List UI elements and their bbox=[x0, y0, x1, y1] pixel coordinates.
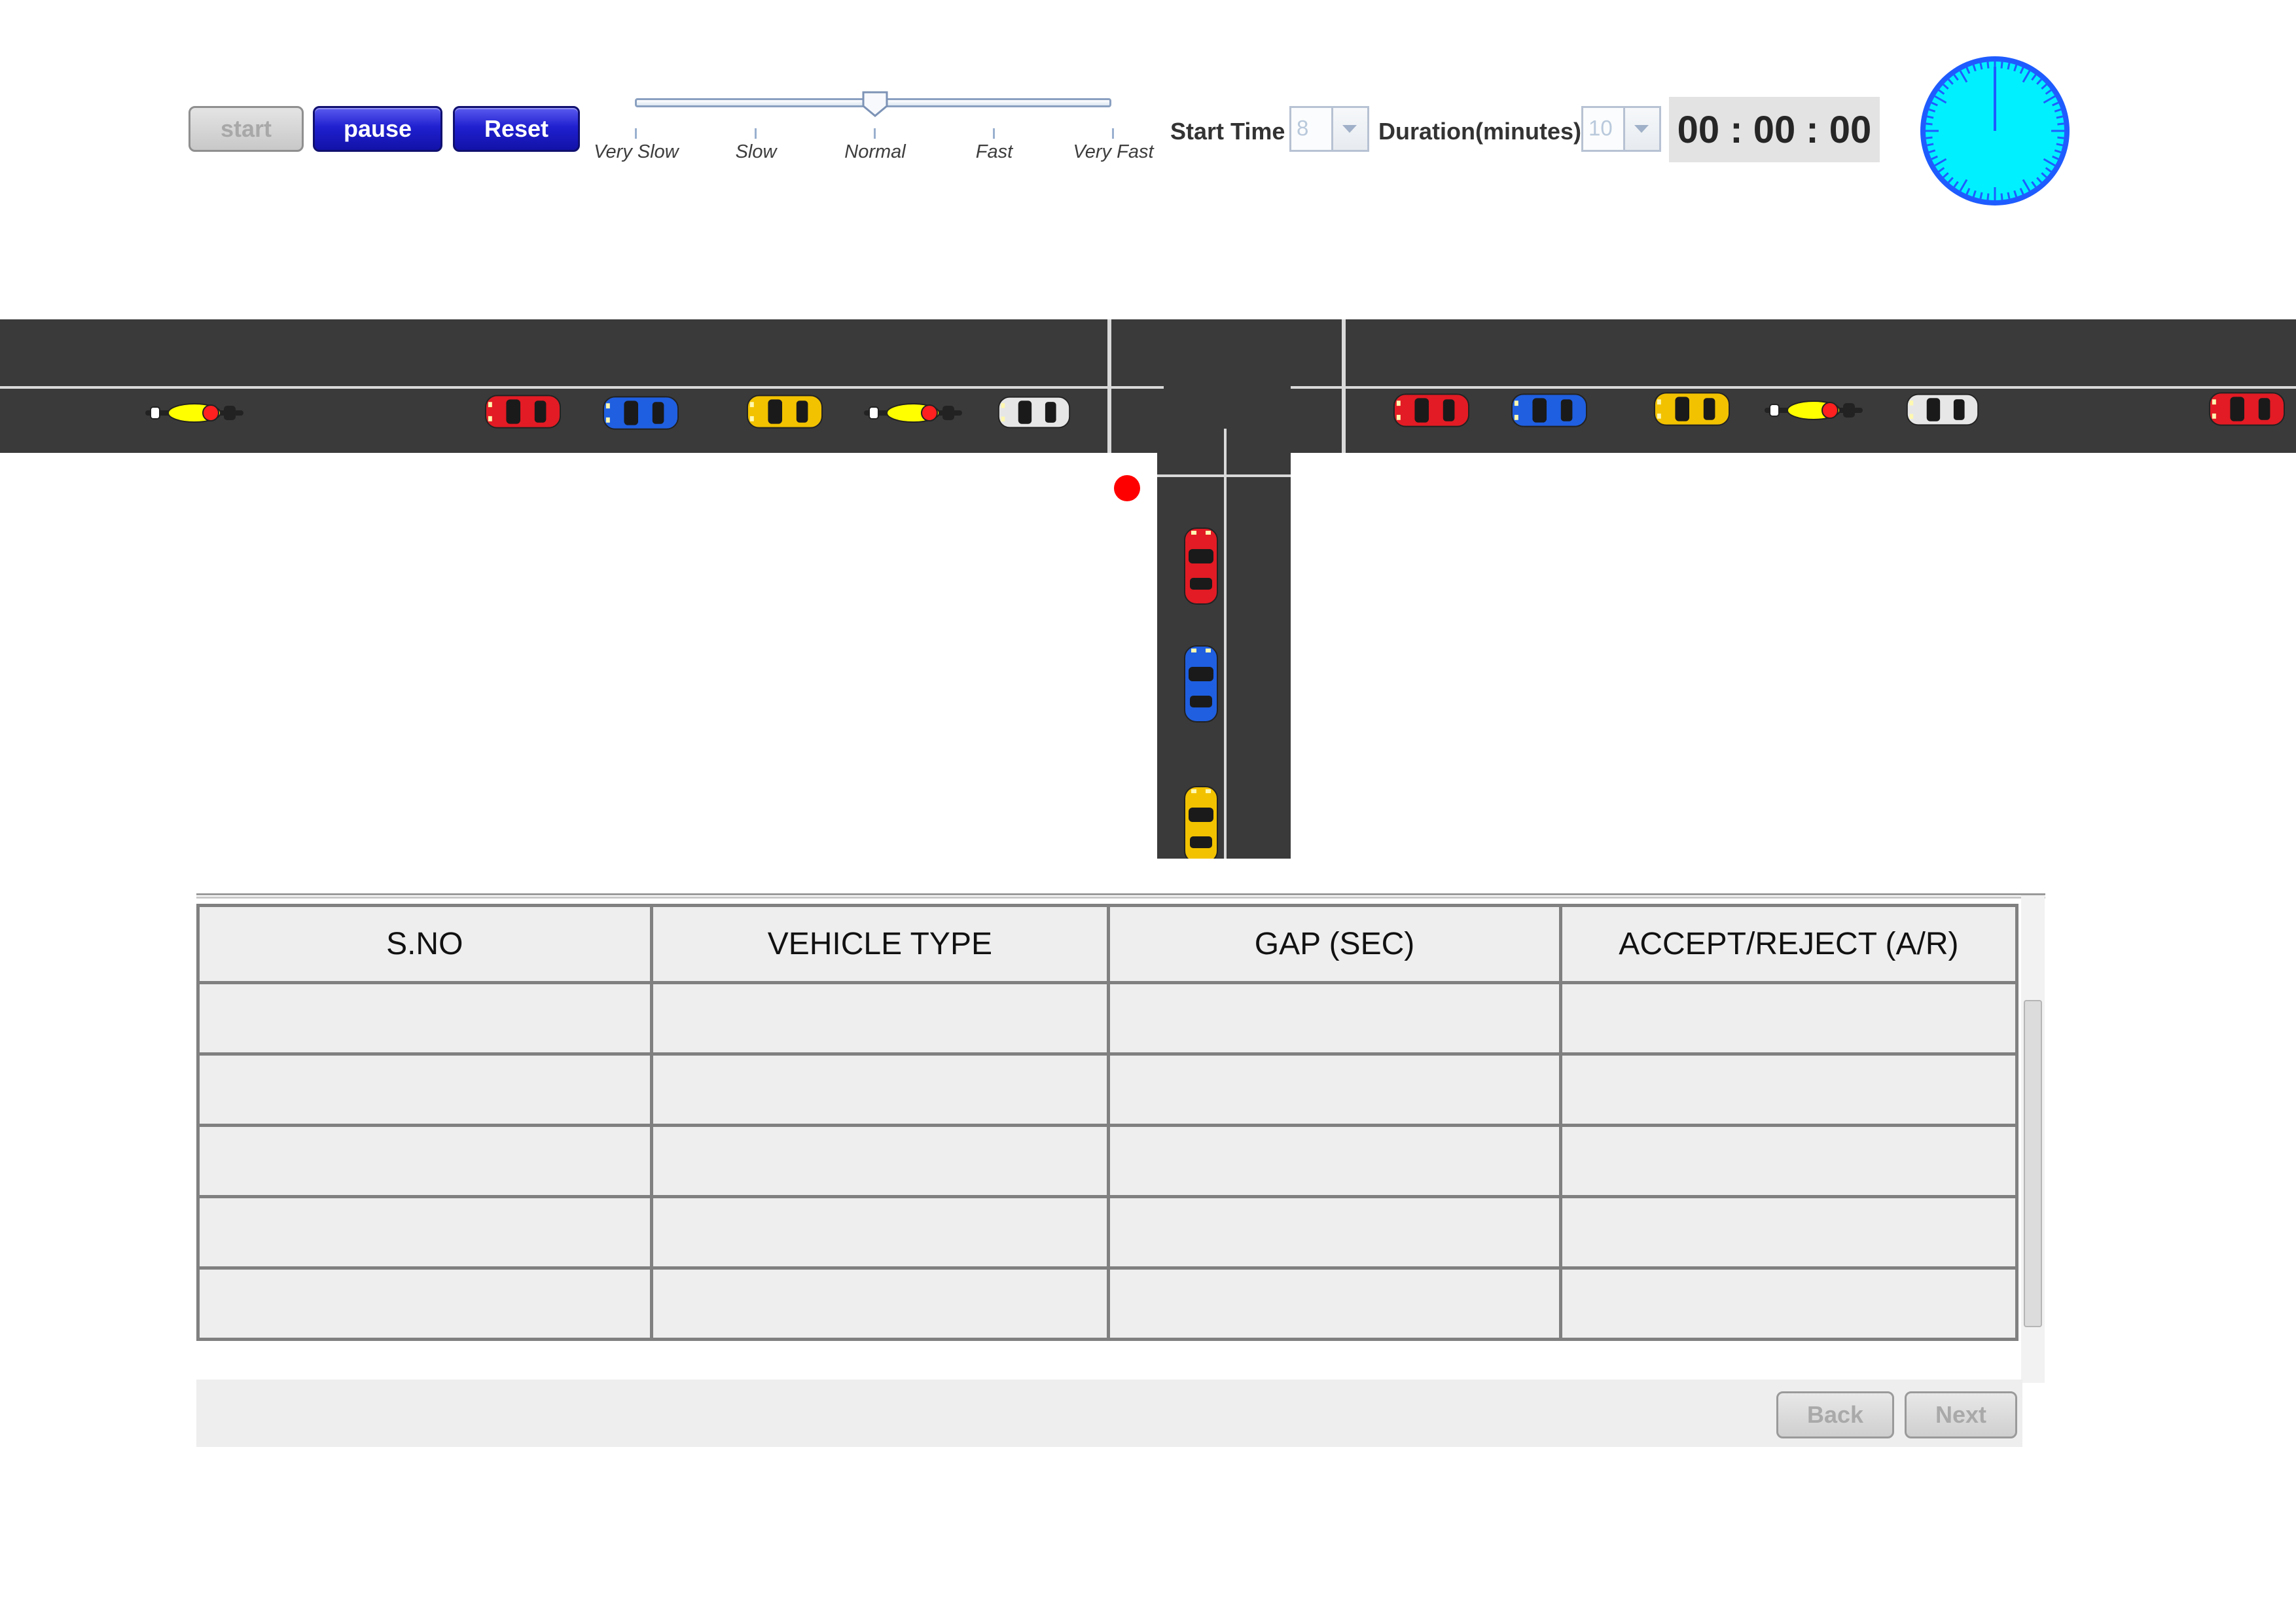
table-row bbox=[196, 1266, 2019, 1341]
table-cell[interactable] bbox=[649, 1195, 1111, 1270]
yellow-taxi-icon bbox=[1653, 392, 1731, 426]
kerb bbox=[1111, 453, 1157, 479]
column-header-gap: GAP (SEC) bbox=[1107, 904, 1562, 984]
side-road-divider bbox=[1224, 429, 1227, 859]
table-row bbox=[196, 1124, 2019, 1198]
lane-divider bbox=[0, 386, 1107, 389]
motorcycle-icon bbox=[145, 403, 244, 423]
clock-tick bbox=[1927, 115, 1934, 119]
start-time-select[interactable]: 8 bbox=[1289, 106, 1369, 152]
table-cell[interactable] bbox=[649, 1266, 1111, 1341]
speed-tick bbox=[993, 128, 995, 139]
table-cell[interactable] bbox=[1558, 1266, 2019, 1341]
timer-display: 00 : 00 : 00 bbox=[1669, 97, 1880, 162]
speed-slider-thumb[interactable] bbox=[861, 90, 889, 118]
scrollbar-thumb[interactable] bbox=[2024, 1000, 2042, 1327]
duration-value: 10 bbox=[1588, 116, 1613, 140]
speed-tick bbox=[635, 128, 637, 139]
table-cell[interactable] bbox=[1107, 1195, 1562, 1270]
table-cell[interactable] bbox=[1107, 1266, 1562, 1341]
speed-label-normal: Normal bbox=[844, 141, 906, 162]
kerb bbox=[1291, 453, 1342, 479]
column-header-sno: S.NO bbox=[196, 904, 653, 984]
duration-select[interactable]: 10 bbox=[1581, 106, 1661, 152]
clock-tick bbox=[1927, 143, 1934, 147]
yellow-taxi-icon bbox=[746, 395, 823, 429]
lane-divider bbox=[1111, 386, 1164, 389]
table-cell[interactable] bbox=[196, 981, 653, 1056]
duration-label: Duration(minutes) bbox=[1378, 118, 1581, 145]
table-cell[interactable] bbox=[1107, 1124, 1562, 1198]
column-header-accept-reject: ACCEPT/REJECT (A/R) bbox=[1558, 904, 2019, 984]
back-button[interactable]: Back bbox=[1776, 1391, 1894, 1438]
red-car-icon bbox=[1393, 393, 1470, 427]
white-car-icon bbox=[997, 396, 1071, 429]
table-cell[interactable] bbox=[1107, 1052, 1562, 1127]
motorcycle-icon bbox=[863, 403, 963, 423]
speed-tick bbox=[755, 128, 757, 139]
table-header-row: S.NO VEHICLE TYPE GAP (SEC) ACCEPT/REJEC… bbox=[196, 904, 2019, 984]
table-cell[interactable] bbox=[196, 1052, 653, 1127]
table-row bbox=[196, 1052, 2019, 1127]
blue-car-icon bbox=[1511, 393, 1588, 427]
clock-tick bbox=[2057, 136, 2064, 139]
start-button[interactable]: start bbox=[188, 106, 304, 152]
gap-table: S.NO VEHICLE TYPE GAP (SEC) ACCEPT/REJEC… bbox=[196, 904, 2019, 1341]
blue-car-icon bbox=[602, 396, 679, 430]
speed-tick bbox=[874, 128, 876, 139]
next-button[interactable]: Next bbox=[1905, 1391, 2017, 1438]
speed-label-very-fast: Very Fast bbox=[1073, 141, 1154, 162]
red-car-icon bbox=[1184, 527, 1218, 605]
clock-icon bbox=[1920, 56, 2070, 205]
table-cell[interactable] bbox=[649, 1124, 1111, 1198]
stop-indicator bbox=[1114, 475, 1140, 501]
table-cell[interactable] bbox=[1558, 1195, 2019, 1270]
table-cell[interactable] bbox=[649, 981, 1111, 1056]
column-header-vehicle-type: VEHICLE TYPE bbox=[649, 904, 1111, 984]
chevron-down-icon[interactable] bbox=[1623, 108, 1659, 150]
clock-tick bbox=[1979, 63, 1983, 70]
red-car-icon bbox=[484, 395, 562, 429]
speed-label-slow: Slow bbox=[735, 141, 777, 162]
reset-button[interactable]: Reset bbox=[453, 106, 580, 152]
chevron-down-icon[interactable] bbox=[1331, 108, 1367, 150]
yellow-taxi-icon bbox=[1184, 786, 1218, 859]
clock-tick bbox=[2000, 193, 2003, 200]
table-row bbox=[196, 1195, 2019, 1270]
table-scrollbar[interactable] bbox=[2021, 895, 2045, 1383]
table-top-border bbox=[196, 893, 2045, 899]
table-row bbox=[196, 981, 2019, 1056]
speed-label-very-slow: Very Slow bbox=[594, 141, 679, 162]
clock-tick bbox=[2056, 143, 2063, 147]
table-cell[interactable] bbox=[649, 1052, 1111, 1127]
start-time-label: Start Time bbox=[1170, 118, 1285, 145]
lane-divider bbox=[1346, 386, 2296, 389]
clock-tick bbox=[2056, 115, 2063, 119]
lane-divider bbox=[1291, 386, 1342, 389]
speed-label-fast: Fast bbox=[975, 141, 1013, 162]
speed-tick bbox=[1112, 128, 1114, 139]
red-car-icon bbox=[2208, 392, 2286, 426]
table-cell[interactable] bbox=[196, 1124, 653, 1198]
stop-line bbox=[1157, 474, 1291, 477]
clock-tick bbox=[1926, 136, 1933, 139]
clock-tick bbox=[2007, 192, 2011, 199]
pause-button[interactable]: pause bbox=[313, 106, 442, 152]
table-cell[interactable] bbox=[1558, 1052, 2019, 1127]
table-footer bbox=[196, 1380, 2022, 1447]
clock-tick bbox=[2000, 62, 2003, 69]
clock-tick bbox=[2007, 63, 2011, 70]
table-cell[interactable] bbox=[1558, 981, 2019, 1056]
clock-tick bbox=[1979, 192, 1983, 199]
start-time-value: 8 bbox=[1297, 116, 1309, 140]
white-car-icon bbox=[1906, 393, 1979, 426]
blue-car-icon bbox=[1184, 645, 1218, 722]
junction-area bbox=[1111, 319, 1164, 378]
table-cell[interactable] bbox=[196, 1266, 653, 1341]
table-cell[interactable] bbox=[1107, 981, 1562, 1056]
table-cell[interactable] bbox=[196, 1195, 653, 1270]
motorcycle-icon bbox=[1764, 401, 1863, 420]
table-cell[interactable] bbox=[1558, 1124, 2019, 1198]
